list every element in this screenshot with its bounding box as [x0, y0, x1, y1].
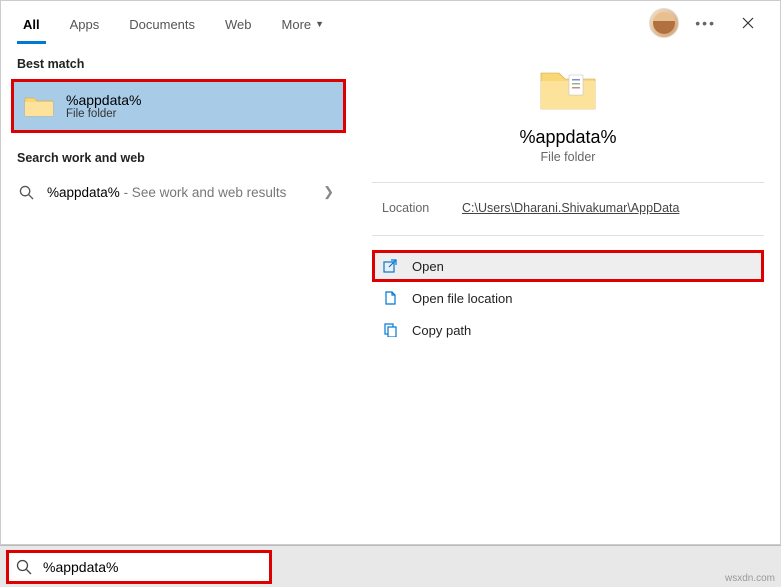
- tab-more[interactable]: More ▼: [268, 5, 339, 42]
- chevron-right-icon: ❯: [323, 184, 340, 200]
- tab-apps[interactable]: Apps: [56, 5, 114, 42]
- tab-all[interactable]: All: [9, 5, 54, 42]
- web-search-result[interactable]: %appdata% - See work and web results ❯: [5, 173, 352, 211]
- watermark: wsxdn.com: [725, 573, 775, 584]
- header: All Apps Documents Web More ▼ •••: [1, 1, 780, 45]
- preview-subtitle: File folder: [541, 150, 596, 164]
- divider: [372, 182, 764, 183]
- open-icon: [382, 258, 398, 274]
- search-window: All Apps Documents Web More ▼ ••• Best m…: [0, 0, 781, 545]
- folder-large-icon: [539, 65, 597, 113]
- taskbar: [0, 545, 781, 587]
- tab-documents[interactable]: Documents: [115, 5, 209, 42]
- results-panel: Best match %appdata% File folder Search …: [1, 45, 356, 544]
- location-row: Location C:\Users\Dharani.Shivakumar\App…: [372, 197, 764, 235]
- action-open-location-label: Open file location: [412, 291, 512, 306]
- close-icon: [742, 17, 754, 29]
- preview-title: %appdata%: [519, 127, 616, 148]
- location-value[interactable]: C:\Users\Dharani.Shivakumar\AppData: [462, 201, 754, 215]
- preview-panel: %appdata% File folder Location C:\Users\…: [356, 45, 780, 544]
- copy-icon: [382, 322, 398, 338]
- body: Best match %appdata% File folder Search …: [1, 45, 780, 544]
- chevron-down-icon: ▼: [315, 19, 324, 29]
- user-avatar[interactable]: [649, 8, 679, 38]
- web-result-suffix: - See work and web results: [120, 185, 287, 200]
- search-icon: [15, 558, 33, 576]
- search-icon: [17, 183, 35, 201]
- best-match-result[interactable]: %appdata% File folder: [11, 79, 346, 133]
- folder-icon: [24, 94, 54, 118]
- taskbar-search-box[interactable]: [6, 550, 272, 584]
- header-controls: •••: [649, 7, 772, 39]
- file-location-icon: [382, 290, 398, 306]
- action-copy-path[interactable]: Copy path: [372, 314, 764, 346]
- web-result-query: %appdata%: [47, 185, 120, 200]
- tabs-bar: All Apps Documents Web More ▼: [9, 5, 649, 42]
- action-open-location[interactable]: Open file location: [372, 282, 764, 314]
- options-button[interactable]: •••: [691, 11, 720, 35]
- location-label: Location: [382, 201, 442, 215]
- action-open[interactable]: Open: [372, 250, 764, 282]
- preview-header: %appdata% File folder: [372, 65, 764, 182]
- tab-more-label: More: [282, 17, 312, 32]
- best-match-subtitle: File folder: [66, 108, 142, 120]
- close-button[interactable]: [732, 7, 764, 39]
- action-copy-path-label: Copy path: [412, 323, 471, 338]
- web-result-text: %appdata% - See work and web results: [47, 185, 311, 200]
- web-header: Search work and web: [5, 147, 352, 173]
- actions-list: Open Open file location Copy path: [372, 250, 764, 346]
- best-match-text: %appdata% File folder: [66, 92, 142, 120]
- search-input[interactable]: [41, 559, 263, 575]
- best-match-title: %appdata%: [66, 92, 142, 108]
- tab-web[interactable]: Web: [211, 5, 266, 42]
- action-open-label: Open: [412, 259, 444, 274]
- best-match-header: Best match: [5, 53, 352, 79]
- divider: [372, 235, 764, 236]
